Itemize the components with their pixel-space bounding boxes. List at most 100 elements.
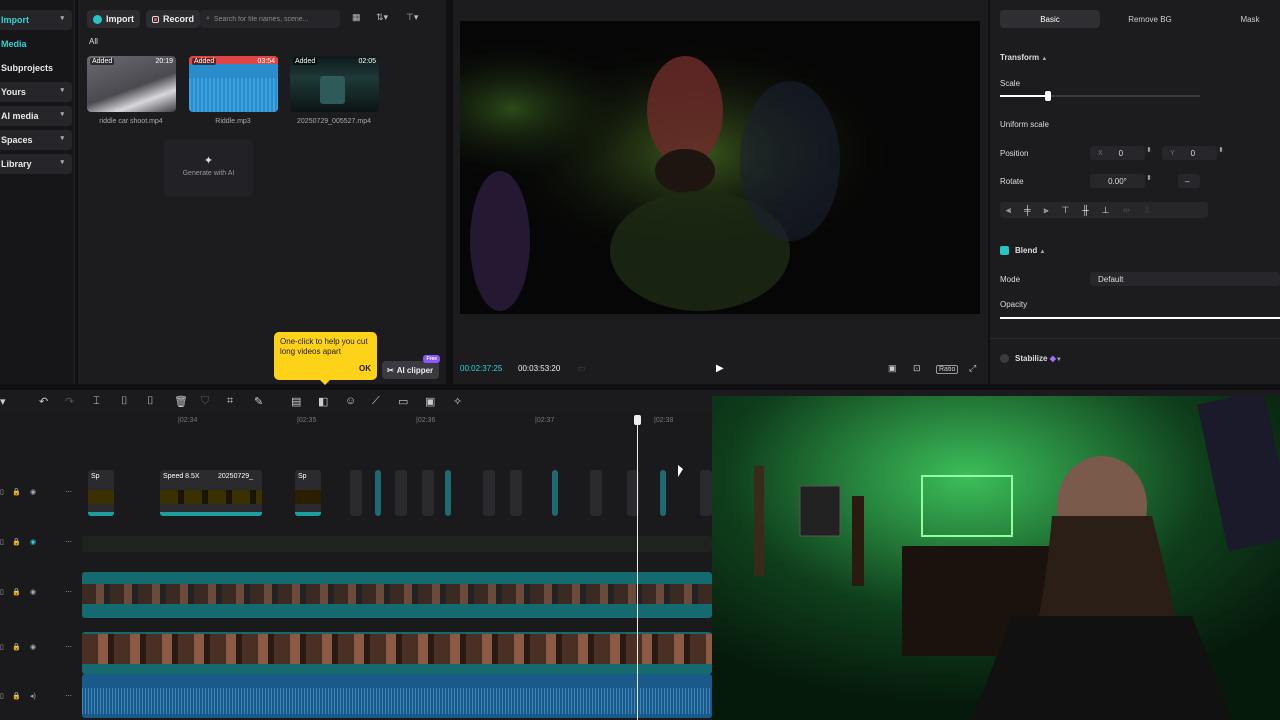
tab-mask[interactable]: Mask bbox=[1200, 10, 1280, 28]
generate-with-ai-card[interactable]: ✦ Generate with AI bbox=[164, 140, 253, 196]
transform-section-header[interactable]: Transform ▲ bbox=[1000, 53, 1047, 62]
eye-icon[interactable]: ◉ bbox=[30, 588, 36, 596]
align-center-h-icon[interactable]: ╪ bbox=[1024, 205, 1030, 215]
shield-icon[interactable]: ⛉ bbox=[201, 395, 209, 408]
speaker-icon[interactable]: ◂) bbox=[30, 692, 36, 700]
magic-wand-icon[interactable]: ⟋ bbox=[372, 395, 380, 408]
lock-icon[interactable]: 🔒 bbox=[12, 488, 21, 496]
redo-icon[interactable]: ↷ bbox=[65, 395, 74, 408]
ai-clipper-button[interactable]: ✂ AI clipper Free bbox=[382, 355, 440, 379]
import-button[interactable]: Import bbox=[87, 10, 140, 28]
more-icon[interactable]: ⋯ bbox=[65, 643, 72, 651]
ai-edit-icon[interactable]: ✎ bbox=[254, 395, 263, 408]
stepper-icon[interactable]: ⬍ bbox=[1146, 146, 1152, 154]
distribute-v-icon[interactable]: ⇳ bbox=[1143, 205, 1151, 216]
playhead[interactable] bbox=[637, 418, 638, 720]
more-icon[interactable]: ⋯ bbox=[65, 692, 72, 700]
position-x-field[interactable]: X0 bbox=[1090, 146, 1145, 160]
search-input[interactable] bbox=[213, 15, 324, 23]
video-clip[interactable] bbox=[590, 470, 602, 516]
flip-icon[interactable]: ◧ bbox=[318, 395, 328, 408]
scale-slider-track[interactable] bbox=[1000, 91, 1200, 101]
split-right-icon[interactable]: ⌷ bbox=[147, 395, 154, 408]
undo-icon[interactable]: ↶ bbox=[39, 395, 48, 408]
tooltip-ok-button[interactable]: OK bbox=[359, 364, 371, 374]
image-icon[interactable]: ▣ bbox=[425, 395, 435, 408]
stepper-icon[interactable]: ⬍ bbox=[1146, 174, 1152, 182]
position-y-field[interactable]: Y0 bbox=[1162, 146, 1217, 160]
timeline[interactable]: |02:34 |02:35 |02:36 |02:37 |02:38 ▯ 🔒 ◉ ⋯ … bbox=[0, 412, 712, 720]
time-ruler[interactable]: |02:34 |02:35 |02:36 |02:37 |02:38 bbox=[82, 412, 712, 430]
grid-view-icon[interactable]: ▦ bbox=[352, 12, 361, 23]
sidebar-item-library[interactable]: Library ▾ bbox=[0, 154, 72, 174]
more-icon[interactable]: ⋯ bbox=[65, 538, 72, 546]
fullres-icon[interactable]: ▣ bbox=[888, 363, 897, 374]
opacity-slider-track[interactable] bbox=[1000, 317, 1280, 319]
media-thumbnail[interactable]: Added 02:05 bbox=[290, 56, 379, 112]
zoom-fit-icon[interactable]: ⊡ bbox=[913, 363, 921, 374]
video-clip[interactable]: Speed 8.5X 20250729_ bbox=[160, 470, 262, 516]
audio-clip[interactable] bbox=[82, 674, 712, 718]
playhead-handle[interactable] bbox=[634, 415, 641, 425]
eye-icon[interactable]: ◉ bbox=[30, 643, 36, 651]
lock-icon[interactable]: 🔒 bbox=[12, 588, 21, 596]
video-clip[interactable]: Sp bbox=[88, 470, 114, 516]
stabilize-checkbox[interactable] bbox=[1000, 354, 1009, 363]
video-clip[interactable] bbox=[82, 632, 712, 674]
video-clip[interactable] bbox=[350, 470, 362, 516]
video-clip[interactable] bbox=[82, 572, 712, 618]
lock-icon[interactable]: ▯ bbox=[0, 643, 4, 651]
record-button[interactable]: Record bbox=[146, 10, 201, 28]
flip-button[interactable]: – bbox=[1178, 174, 1200, 188]
filter-all-tab[interactable]: All bbox=[89, 37, 98, 46]
video-clip[interactable] bbox=[660, 470, 666, 516]
sidebar-item-spaces[interactable]: Spaces ▾ bbox=[0, 130, 72, 150]
sidebar-item-media[interactable]: Media bbox=[0, 34, 72, 54]
lock-icon[interactable]: ▯ bbox=[0, 588, 4, 596]
play-icon[interactable]: ▶ bbox=[716, 363, 724, 374]
media-thumbnail[interactable]: Added 20:19 bbox=[87, 56, 176, 112]
sort-icon[interactable]: ⇅▾ bbox=[376, 12, 388, 23]
captions-icon[interactable]: ▤ bbox=[291, 395, 301, 408]
split-icon[interactable]: ⌶ bbox=[93, 395, 100, 408]
video-clip[interactable] bbox=[483, 470, 495, 516]
eye-icon[interactable]: ◉ bbox=[30, 488, 36, 496]
stepper-icon[interactable]: ⬍ bbox=[1218, 146, 1224, 154]
lock-icon[interactable]: ▯ bbox=[0, 488, 4, 496]
frame-icon[interactable]: ▭ bbox=[398, 395, 408, 408]
video-clip[interactable] bbox=[445, 470, 451, 516]
align-right-icon[interactable]: ⫸ bbox=[1043, 205, 1048, 216]
video-preview[interactable] bbox=[460, 21, 980, 314]
rotate-field[interactable]: 0.00° bbox=[1090, 174, 1145, 188]
filter-icon[interactable]: ⊤▾ bbox=[406, 12, 418, 23]
video-clip[interactable] bbox=[375, 470, 381, 516]
select-tool-icon[interactable]: ▾ bbox=[0, 395, 6, 408]
sidebar-item-import[interactable]: Import ▾ bbox=[0, 10, 72, 30]
crop-icon[interactable]: ⌗ bbox=[227, 395, 233, 408]
delete-icon[interactable]: 🗑 bbox=[174, 395, 188, 408]
search-bar[interactable]: ⌕ bbox=[200, 10, 340, 28]
ratio-button[interactable]: Ratio bbox=[936, 365, 959, 374]
align-bottom-icon[interactable]: ⊥ bbox=[1102, 205, 1110, 216]
video-clip[interactable] bbox=[422, 470, 434, 516]
blend-checkbox[interactable] bbox=[1000, 246, 1009, 255]
media-thumbnail[interactable]: Added 03:54 bbox=[189, 56, 278, 112]
lock-icon[interactable]: 🔒 bbox=[12, 643, 21, 651]
eye-icon[interactable]: ◉ bbox=[30, 538, 36, 546]
video-clip[interactable] bbox=[510, 470, 522, 516]
align-top-icon[interactable]: ⊤ bbox=[1062, 205, 1070, 216]
blend-section-header[interactable]: Blend ▲ bbox=[1015, 246, 1045, 255]
align-left-icon[interactable]: ⫷ bbox=[1006, 205, 1011, 216]
lock-icon[interactable]: ▯ bbox=[0, 692, 4, 700]
video-clip[interactable] bbox=[395, 470, 407, 516]
lock-icon[interactable]: ▯ bbox=[0, 538, 4, 546]
video-clip[interactable] bbox=[552, 470, 558, 516]
lock-icon[interactable]: 🔒 bbox=[12, 538, 21, 546]
sidebar-item-ai-media[interactable]: AI media ▾ bbox=[0, 106, 72, 126]
blend-mode-select[interactable]: Default bbox=[1090, 272, 1280, 286]
video-clip[interactable] bbox=[82, 536, 712, 552]
distribute-h-icon[interactable]: ⇹ bbox=[1123, 205, 1131, 216]
scale-slider-handle[interactable] bbox=[1045, 91, 1051, 101]
tab-remove-bg[interactable]: Remove BG bbox=[1100, 10, 1200, 28]
lock-icon[interactable]: 🔒 bbox=[12, 692, 21, 700]
